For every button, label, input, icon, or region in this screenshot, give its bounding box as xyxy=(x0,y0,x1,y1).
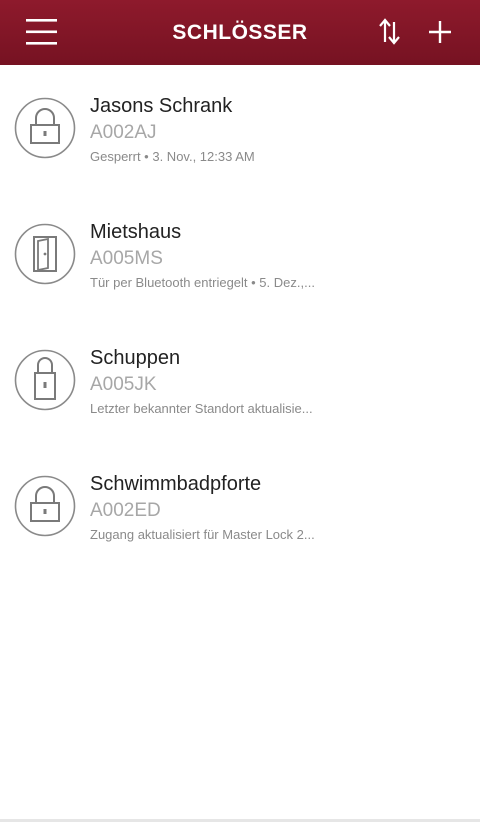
tall-padlock-icon xyxy=(14,349,76,411)
lock-name: Mietshaus xyxy=(90,221,182,243)
lock-status: Zugang aktualisiert für Master Lock 2... xyxy=(90,527,315,542)
lock-name: Jasons Schrank xyxy=(90,95,233,117)
padlock-icon xyxy=(14,475,76,537)
lock-code: A002AJ xyxy=(90,122,157,143)
lock-code: A005MS xyxy=(90,248,163,269)
lock-list: Jasons Schrank A002AJ Gesperrt • 3. Nov.… xyxy=(0,65,480,569)
page-title: SCHLÖSSER xyxy=(172,21,308,44)
header-bar: SCHLÖSSER xyxy=(0,0,480,65)
lock-status: Gesperrt • 3. Nov., 12:33 AM xyxy=(90,149,255,164)
lock-code: A005JK xyxy=(90,374,157,395)
lock-list-item[interactable]: Jasons Schrank A002AJ Gesperrt • 3. Nov.… xyxy=(0,65,480,191)
lock-status: Tür per Bluetooth entriegelt • 5. Dez.,.… xyxy=(90,275,315,290)
sort-button[interactable] xyxy=(372,14,408,50)
lock-list-item[interactable]: Schuppen A005JK Letzter bekannter Stando… xyxy=(0,317,480,443)
hamburger-menu-icon xyxy=(26,19,57,45)
lock-name: Schwimmbadpforte xyxy=(90,473,262,495)
plus-icon xyxy=(429,21,451,43)
lock-status: Letzter bekannter Standort aktualisie... xyxy=(90,401,313,416)
menu-button[interactable] xyxy=(20,12,64,52)
app-screen: SCHLÖSSER Jasons Schrank A002AJ Gesperrt… xyxy=(0,0,480,822)
lock-code: A002ED xyxy=(90,500,161,521)
padlock-icon xyxy=(14,97,76,159)
sort-arrows-icon xyxy=(379,18,400,45)
lock-list-item[interactable]: Mietshaus A005MS Tür per Bluetooth entri… xyxy=(0,191,480,317)
door-icon xyxy=(14,223,76,285)
lock-name: Schuppen xyxy=(90,347,181,369)
lock-list-item[interactable]: Schwimmbadpforte A002ED Zugang aktualisi… xyxy=(0,443,480,569)
add-lock-button[interactable] xyxy=(420,12,460,52)
